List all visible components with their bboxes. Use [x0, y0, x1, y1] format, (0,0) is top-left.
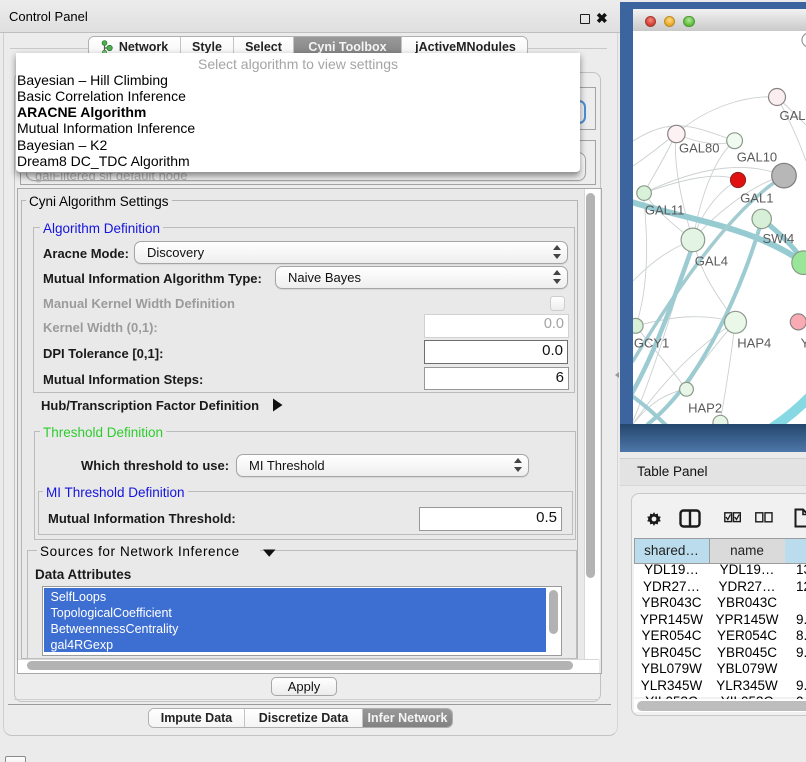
svg-text:HAP2: HAP2	[688, 400, 722, 415]
svg-text:GAL1: GAL1	[740, 191, 773, 206]
svg-text:GAL2: GAL2	[780, 108, 806, 123]
svg-text:GAL80: GAL80	[679, 141, 719, 156]
svg-text:Y: Y	[801, 336, 806, 351]
svg-text:HAP4: HAP4	[737, 336, 771, 351]
svg-text:GAL10: GAL10	[737, 150, 777, 165]
svg-text:GAL4: GAL4	[695, 253, 728, 268]
svg-text:GAL11: GAL11	[645, 202, 685, 217]
svg-text:SWI4: SWI4	[763, 231, 795, 246]
svg-text:GCY1: GCY1	[634, 336, 669, 351]
